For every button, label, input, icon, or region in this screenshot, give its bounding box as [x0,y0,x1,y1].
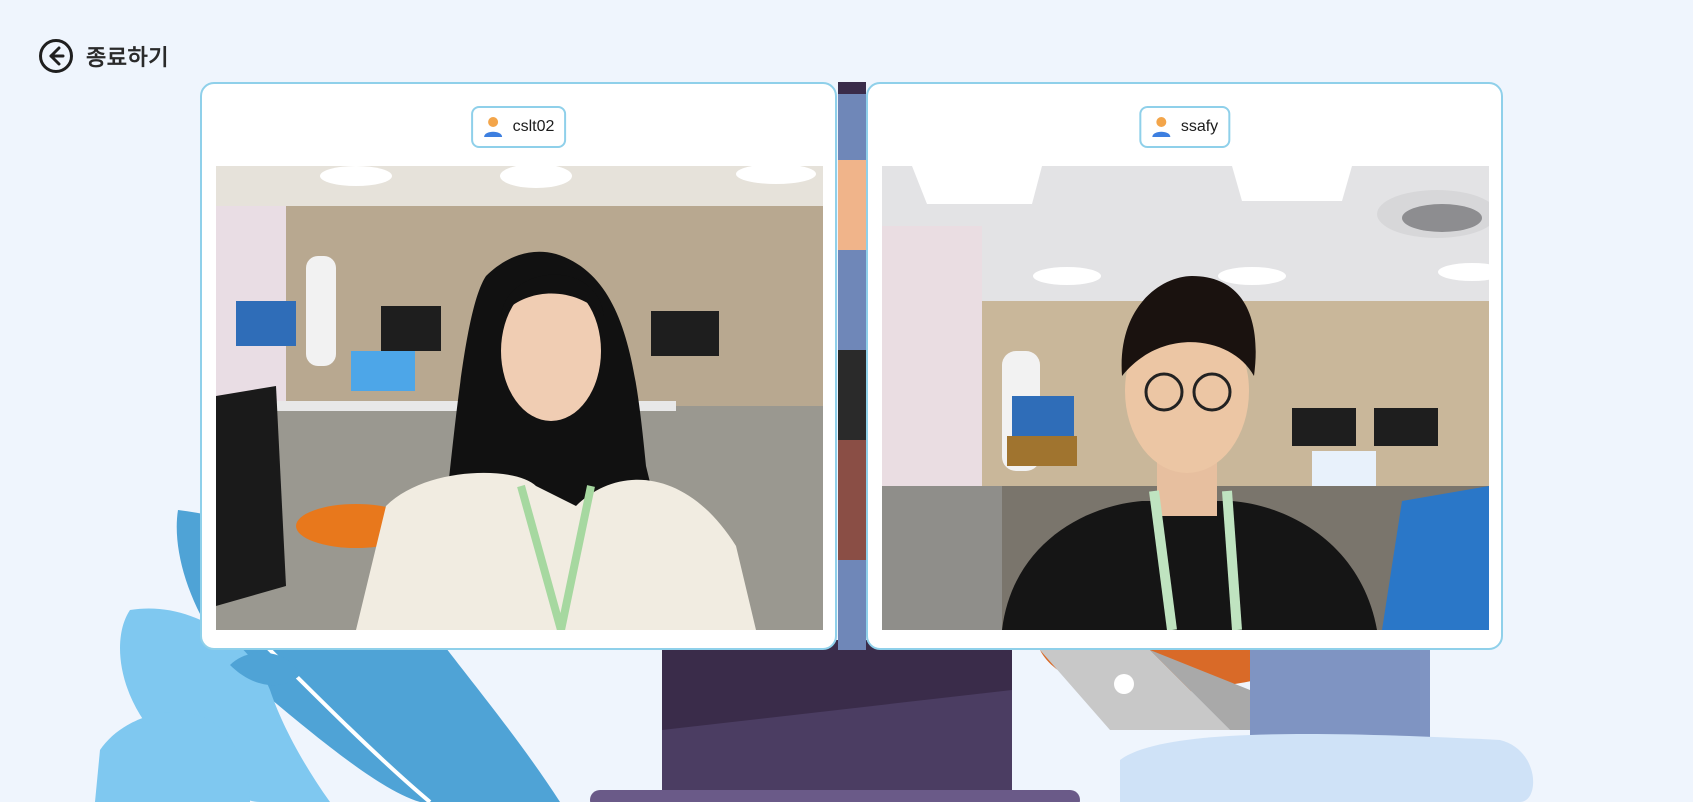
participant-username: cslt02 [512,118,555,135]
participant-video [882,166,1489,630]
arrow-left-circle-icon [39,39,73,73]
user-icon [1151,117,1170,137]
exit-button[interactable]: 종료하기 [38,38,169,74]
video-feed-image [216,166,823,630]
exit-label: 종료하기 [86,46,169,71]
participant-name-badge: ssafy [1138,106,1231,148]
participant-video [216,166,823,630]
participant-name-badge: cslt02 [470,106,567,148]
user-icon [483,117,502,137]
participant-username: ssafy [1180,118,1219,135]
video-call-page: 종료하기 cslt02 ssafy [0,0,1693,802]
video-feed-image [882,166,1489,630]
participant-video-card: ssafy [866,82,1503,650]
participant-video-card: cslt02 [200,82,837,650]
